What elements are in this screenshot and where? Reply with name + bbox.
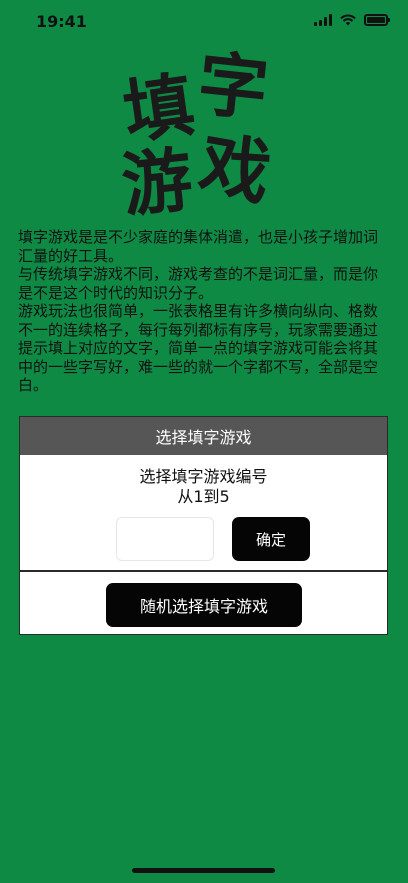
game-description: 填字游戏是是不少家庭的集体消遣，也是小孩子增加词汇量的好工具。 与传统填字游戏不… [18,228,390,395]
logo-char: 填 [118,63,200,155]
prompt-range: 从1到5 [177,487,230,506]
description-paragraph: 与传统填字游戏不同，游戏考查的不是词汇量，而是你是不是这个时代的知识分子。 [18,265,379,302]
dialog-prompt: 选择填字游戏编号 从1到5 [20,467,387,507]
home-indicator[interactable] [132,868,275,873]
confirm-button[interactable]: 确定 [232,517,310,561]
status-icons [314,14,390,26]
cellular-signal-icon [314,14,332,26]
dialog-title: 选择填字游戏 [20,417,387,455]
status-bar: 19:41 [0,0,408,44]
game-number-input[interactable] [116,517,214,561]
description-paragraph: 填字游戏是是不少家庭的集体消遣，也是小孩子增加词汇量的好工具。 [18,228,379,265]
number-entry-row: 确定 [116,517,310,561]
logo-char: 戏 [193,122,277,216]
divider [20,570,387,572]
battery-icon [364,14,390,26]
game-logo: 填 字 游 戏 [110,42,300,228]
random-game-button[interactable]: 随机选择填字游戏 [106,583,302,627]
status-time: 19:41 [36,12,87,31]
logo-char: 游 [117,138,197,228]
logo-char: 字 [193,42,273,132]
prompt-line: 选择填字游戏编号 [139,467,268,486]
select-game-dialog: 选择填字游戏 选择填字游戏编号 从1到5 确定 随机选择填字游戏 [19,416,388,635]
description-paragraph: 游戏玩法也很简单，一张表格里有许多横向纵向、格数不一的连续格子，每行每列都标有序… [18,302,379,394]
wifi-icon [340,14,356,26]
